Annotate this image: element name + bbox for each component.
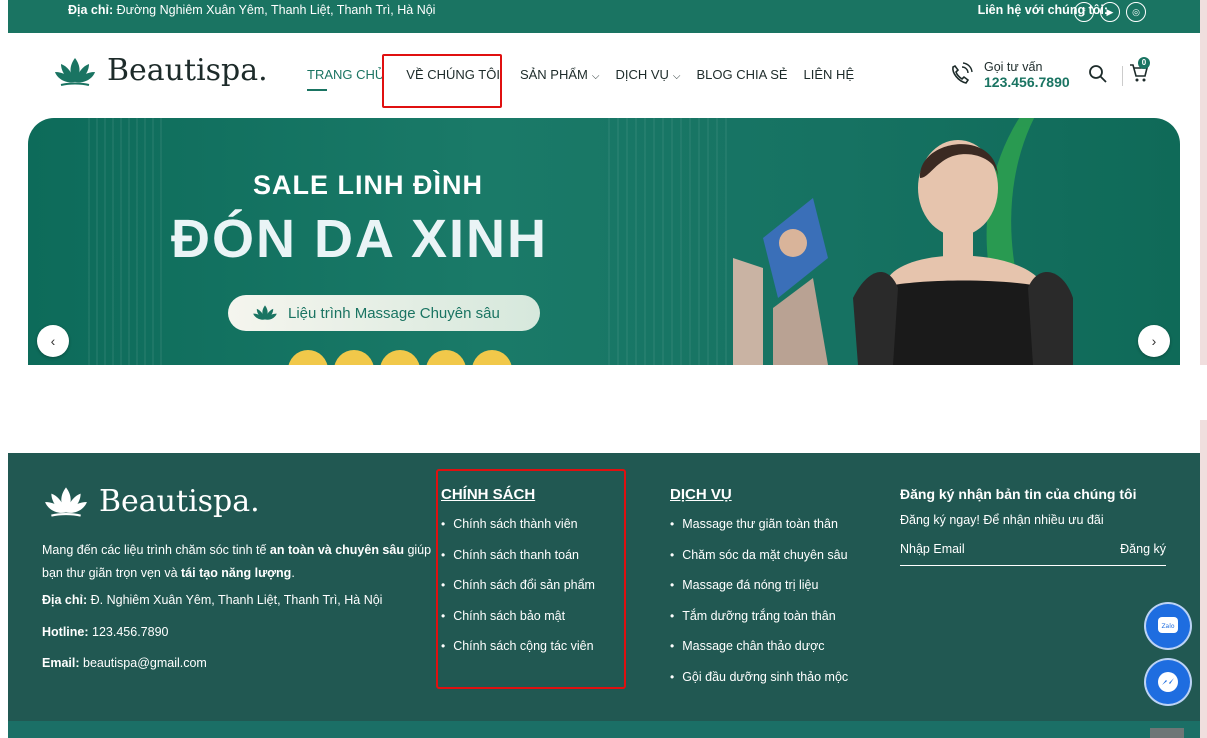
services-title: DỊCH VỤ [670, 486, 732, 503]
service-link[interactable]: • Massage thư giãn toàn thân [670, 517, 848, 548]
lotus-icon [55, 57, 95, 86]
footer-address: Địa chỉ: Đ. Nghiêm Xuân Yêm, Thanh Liệt,… [42, 593, 383, 607]
call-box[interactable]: Gọi tư vấn 123.456.7890 [946, 60, 1070, 90]
banner-pill-text: Liệu trình Massage Chuyên sâu [288, 304, 500, 322]
chevron-right-icon: › [1151, 333, 1157, 349]
nav-contact[interactable]: LIÊN HỆ [796, 67, 863, 82]
lotus-icon [45, 487, 87, 517]
banner-stripes-right [608, 118, 728, 365]
social-links: f ▶ ◎ [1074, 2, 1146, 22]
footer-bottom-bar [8, 721, 1200, 738]
coin [380, 350, 420, 365]
newsletter-subtitle: Đăng ký ngay! Để nhận nhiều ưu đãi [900, 513, 1104, 527]
footer-hotline: Hotline: 123.456.7890 [42, 625, 169, 639]
top-bar: Địa chỉ: Đường Nghiêm Xuân Yêm, Thanh Li… [8, 0, 1200, 33]
newsletter-form: Nhập Email Đăng ký [900, 542, 1166, 566]
banner-model-photo [853, 140, 1073, 365]
messenger-icon [1158, 672, 1178, 692]
page: Địa chỉ: Đường Nghiêm Xuân Yêm, Thanh Li… [0, 0, 1207, 738]
instagram-icon[interactable]: ◎ [1126, 2, 1146, 22]
footer-description: Mang đến các liệu trình chăm sóc tinh tế… [42, 543, 432, 580]
highlight-box-policy [436, 469, 626, 689]
services-column: DỊCH VỤ • Massage thư giãn toàn thân • Chă… [670, 486, 848, 700]
header: Beautispa. TRANG CHỦ VỀ CHÚNG TÔI SẢN PH… [8, 33, 1200, 118]
nav-home[interactable]: TRANG CHỦ [299, 67, 392, 82]
search-icon[interactable] [1088, 64, 1108, 84]
banner-headline-small: SALE LINH ĐÌNH [253, 170, 483, 200]
newsletter: Đăng ký nhận bản tin của chúng tôi Đăng … [900, 486, 1166, 566]
service-link[interactable]: • Massage đá nóng trị liệu [670, 578, 848, 609]
page-edge [1200, 0, 1207, 365]
svg-text:Zalo: Zalo [1161, 623, 1174, 630]
cart-count-badge: 0 [1138, 57, 1150, 69]
nav-products[interactable]: SẢN PHẨM ⌵ [512, 67, 608, 82]
footer-email: Email: beautispa@gmail.com [42, 656, 207, 670]
footer-brand-logo[interactable]: Beautispa. [43, 483, 260, 519]
service-link[interactable]: • Tắm dưỡng trắng toàn thân [670, 609, 848, 640]
footer-brand-name: Beautispa. [99, 483, 260, 519]
zalo-chat-button[interactable]: Zalo [1146, 604, 1190, 648]
banner-next-button[interactable]: › [1138, 325, 1170, 357]
nav-blog[interactable]: BLOG CHIA SẺ [689, 67, 796, 82]
chevron-down-icon: ⌵ [591, 71, 600, 82]
coin [334, 350, 374, 365]
service-link[interactable]: • Gội đầu dưỡng sinh thảo mộc [670, 670, 848, 701]
cart-button[interactable]: 0 [1128, 57, 1150, 88]
service-link[interactable]: • Massage chân thảo dược [670, 639, 848, 670]
call-label: Gọi tư vấn [984, 60, 1043, 74]
coin [472, 350, 512, 365]
service-link[interactable]: • Chăm sóc da mặt chuyên sâu [670, 548, 848, 579]
phone-icon [952, 62, 973, 84]
lotus-icon [253, 305, 277, 320]
youtube-icon[interactable]: ▶ [1100, 2, 1120, 22]
coin [426, 350, 466, 365]
scroll-to-top-button[interactable] [1150, 728, 1184, 738]
newsletter-title: Đăng ký nhận bản tin của chúng tôi [900, 486, 1137, 502]
messenger-chat-button[interactable] [1146, 660, 1190, 704]
chevron-down-icon: ⌵ [672, 71, 681, 82]
top-address: Địa chỉ: Đường Nghiêm Xuân Yêm, Thanh Li… [68, 3, 436, 17]
zalo-icon: Zalo [1158, 617, 1178, 633]
brand-name: Beautispa. [107, 53, 268, 88]
subscribe-button[interactable]: Đăng ký [1120, 542, 1166, 556]
facebook-icon[interactable]: f [1074, 2, 1094, 22]
banner-stripes [88, 118, 168, 365]
header-divider [1122, 66, 1123, 86]
call-number: 123.456.7890 [984, 74, 1070, 90]
banner-headline-large: ĐÓN DA XINH [171, 209, 549, 269]
page-edge-lower [1200, 420, 1207, 738]
nav-services[interactable]: DỊCH VỤ ⌵ [607, 67, 688, 82]
hero-banner[interactable]: SALE LINH ĐÌNH ĐÓN DA XINH Liệu trình Ma… [28, 118, 1180, 365]
banner-prev-button[interactable]: ‹ [37, 325, 69, 357]
highlight-box-nav [382, 54, 502, 108]
banner-coins [288, 350, 512, 365]
active-nav-underline [307, 89, 327, 91]
banner-photo-collage [733, 198, 828, 365]
banner-pill: Liệu trình Massage Chuyên sâu [228, 295, 540, 331]
chevron-left-icon: ‹ [50, 333, 56, 349]
email-input[interactable]: Nhập Email [900, 542, 965, 556]
brand-logo[interactable]: Beautispa. [53, 53, 268, 88]
coin [288, 350, 328, 365]
